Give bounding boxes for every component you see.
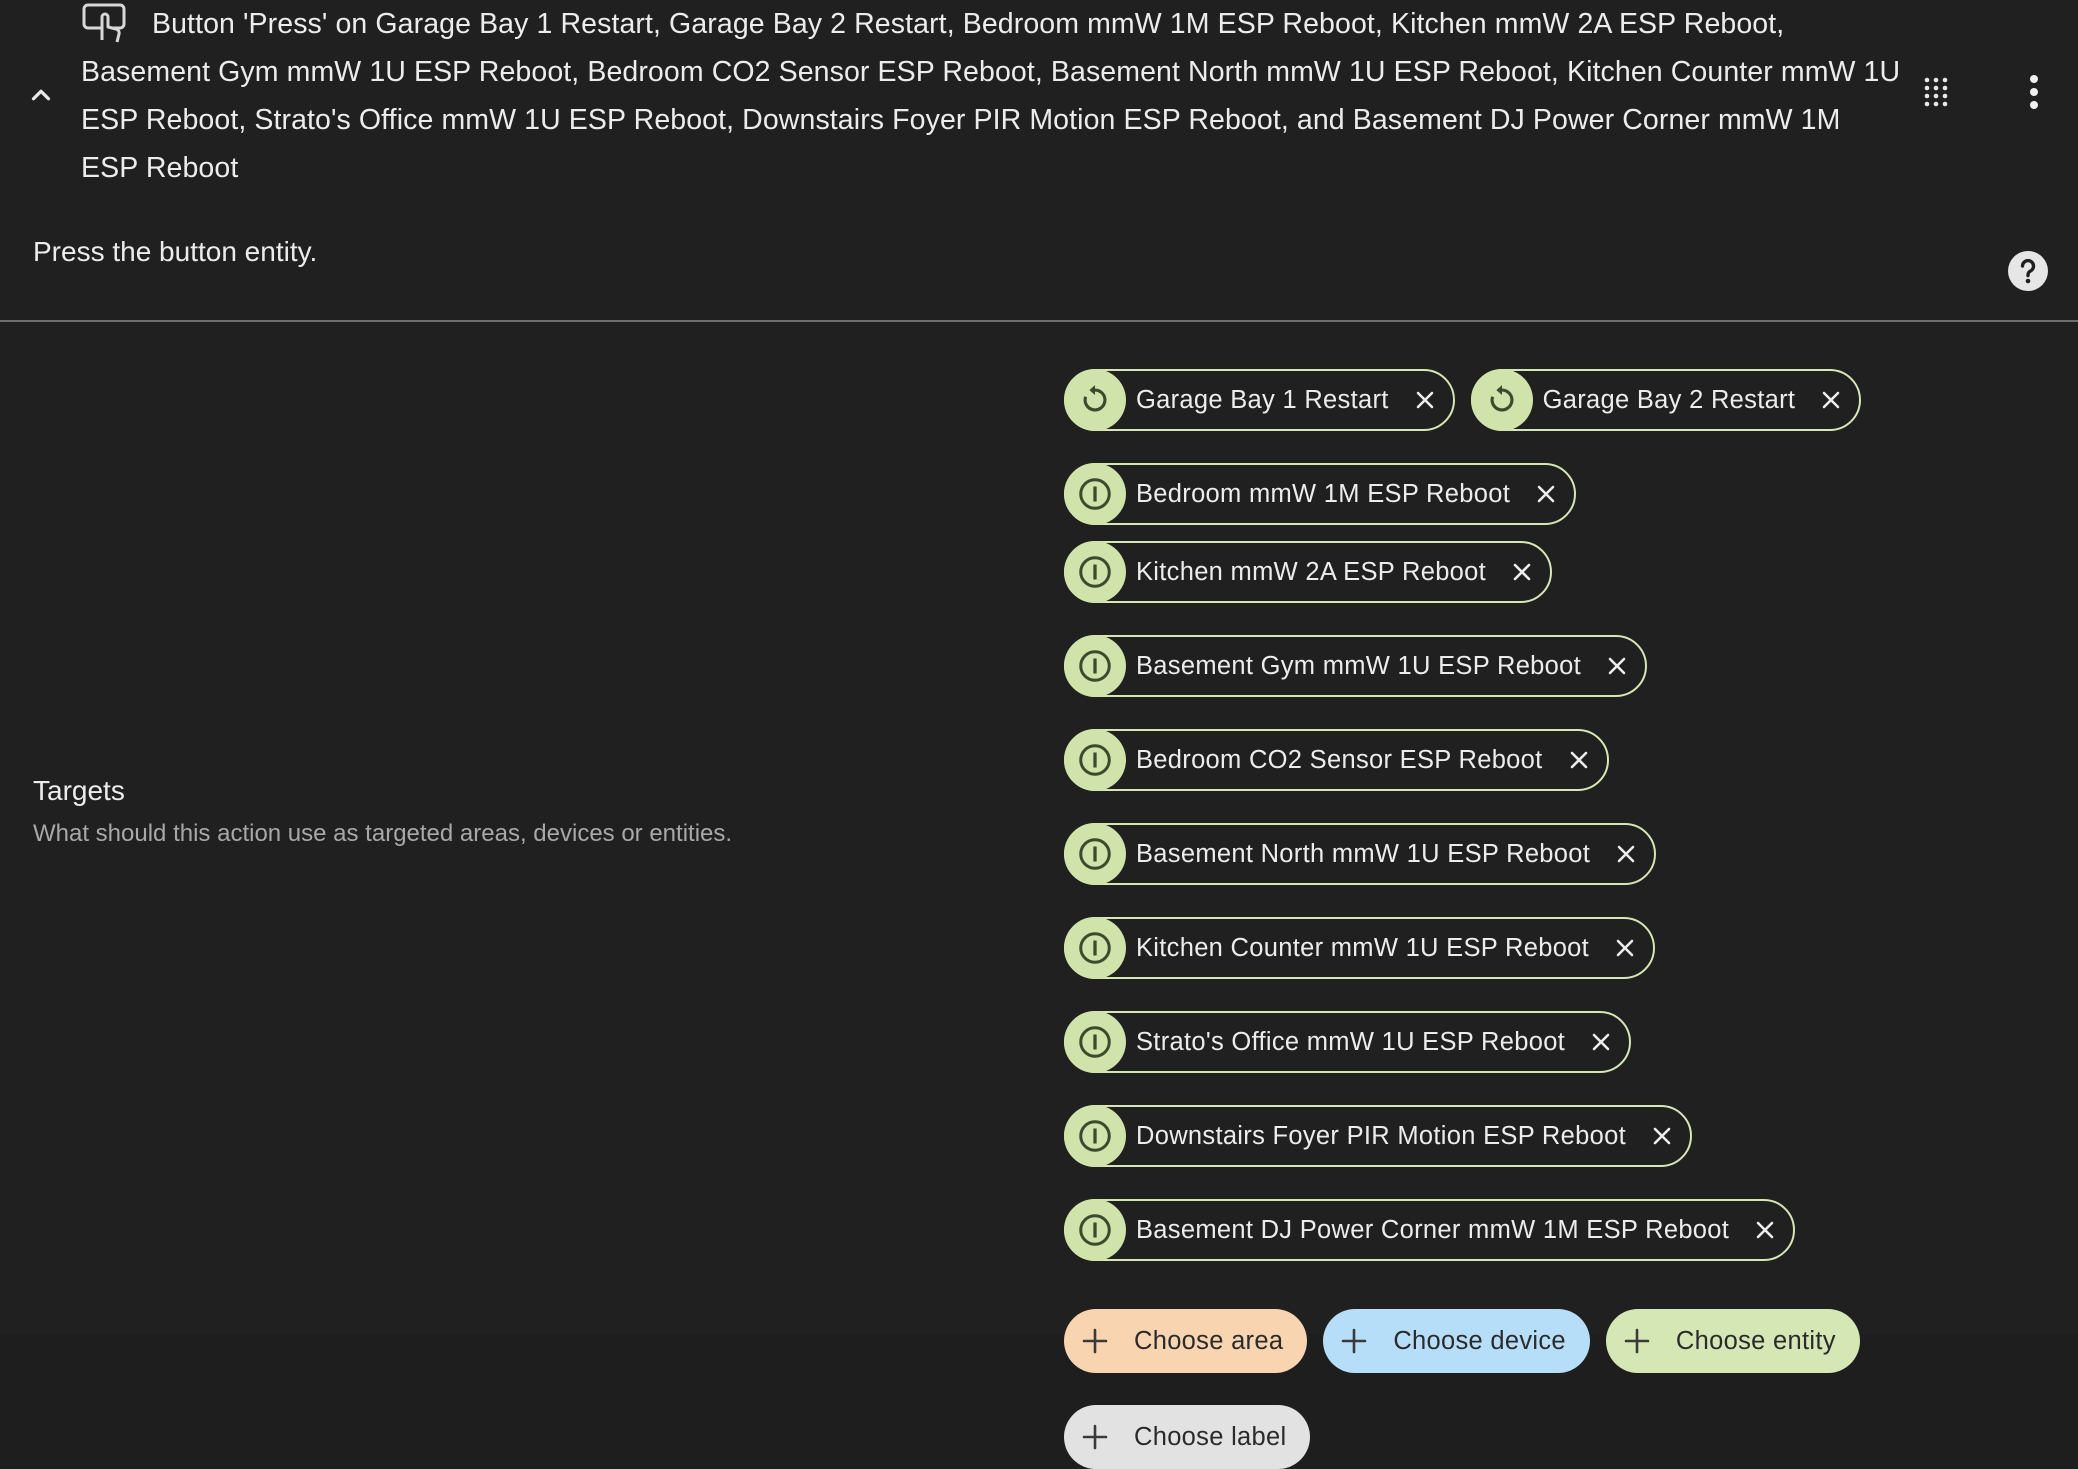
- action-description: Press the button entity.: [33, 236, 318, 267]
- chip-label: Basement North mmW 1U ESP Reboot: [1136, 839, 1591, 868]
- close-icon: [1756, 1221, 1774, 1239]
- choose-area-label: Choose area: [1134, 1326, 1284, 1355]
- target-chip[interactable]: Garage Bay 2 Restart: [1470, 369, 1862, 431]
- power-circle-icon: [1064, 917, 1126, 979]
- chip-label: Strato's Office mmW 1U ESP Reboot: [1136, 1027, 1566, 1056]
- choose-device-label: Choose device: [1393, 1326, 1566, 1355]
- chip-label: Basement DJ Power Corner mmW 1M ESP Rebo…: [1136, 1215, 1730, 1244]
- targets-description: What should this action use as targeted …: [33, 820, 733, 847]
- close-icon: [1537, 485, 1555, 503]
- dots-grid-icon: [1924, 77, 1948, 107]
- dots-vertical-icon: [2030, 75, 2038, 109]
- overflow-menu-button[interactable]: [2014, 72, 2054, 112]
- remove-chip-button[interactable]: [1411, 386, 1439, 414]
- target-chip[interactable]: Strato's Office mmW 1U ESP Reboot: [1064, 1011, 1632, 1073]
- remove-chip-button[interactable]: [1751, 1216, 1779, 1244]
- target-chip[interactable]: Bedroom mmW 1M ESP Reboot: [1064, 463, 1577, 525]
- power-circle-icon: [1064, 1199, 1126, 1261]
- power-circle-icon: [1064, 1011, 1126, 1073]
- restart-icon: [1064, 369, 1126, 431]
- action-title: Button 'Press' on Garage Bay 1 Restart, …: [81, 8, 1901, 184]
- target-chip[interactable]: Downstairs Foyer PIR Motion ESP Reboot: [1064, 1105, 1692, 1167]
- target-picker-buttons: Choose area Choose device Choose entity …: [1064, 1309, 2054, 1469]
- header-divider: [0, 320, 2078, 322]
- choose-area-button[interactable]: Choose area: [1064, 1309, 1308, 1373]
- chip-label: Kitchen mmW 2A ESP Reboot: [1136, 557, 1487, 586]
- power-circle-icon: [1064, 823, 1126, 885]
- plus-icon: [1339, 1326, 1369, 1356]
- remove-chip-button[interactable]: [1612, 840, 1640, 868]
- chip-label: Kitchen Counter mmW 1U ESP Reboot: [1136, 933, 1590, 962]
- chip-label: Garage Bay 2 Restart: [1542, 385, 1796, 414]
- remove-chip-button[interactable]: [1648, 1122, 1676, 1150]
- help-circle-icon: [2008, 251, 2048, 291]
- target-chip[interactable]: Kitchen Counter mmW 1U ESP Reboot: [1064, 917, 1656, 979]
- target-chip[interactable]: Basement North mmW 1U ESP Reboot: [1064, 823, 1657, 885]
- close-icon: [1570, 751, 1587, 769]
- target-chip[interactable]: Kitchen mmW 2A ESP Reboot: [1064, 541, 1553, 603]
- plus-icon: [1080, 1326, 1110, 1356]
- target-chip[interactable]: Basement Gym mmW 1U ESP Reboot: [1064, 635, 1648, 697]
- help-button[interactable]: [2007, 250, 2049, 292]
- plus-icon: [1080, 1422, 1110, 1452]
- close-icon: [1608, 657, 1626, 675]
- action-card: Button 'Press' on Garage Bay 1 Restart, …: [0, 0, 2078, 1469]
- remove-chip-button[interactable]: [1508, 558, 1536, 586]
- plus-icon: [1622, 1326, 1652, 1356]
- close-icon: [1513, 563, 1531, 581]
- close-icon: [1822, 391, 1840, 409]
- close-icon: [1653, 1127, 1671, 1145]
- targets-title: Targets: [33, 775, 125, 806]
- grid-button[interactable]: [1916, 72, 1956, 112]
- power-circle-icon: [1064, 541, 1126, 603]
- remove-chip-button[interactable]: [1611, 934, 1639, 962]
- remove-chip-button[interactable]: [1817, 386, 1845, 414]
- collapse-button[interactable]: [20, 74, 62, 116]
- close-icon: [1617, 845, 1635, 863]
- chip-label: Bedroom mmW 1M ESP Reboot: [1136, 479, 1511, 508]
- target-chips: Garage Bay 1 Restart Garage Bay 2 Restar…: [1064, 369, 2054, 1469]
- choose-device-button[interactable]: Choose device: [1323, 1309, 1590, 1373]
- action-header[interactable]: Button 'Press' on Garage Bay 1 Restart, …: [0, 0, 2078, 320]
- power-circle-icon: [1064, 729, 1126, 791]
- restart-icon: [1470, 369, 1533, 431]
- choose-entity-label: Choose entity: [1675, 1326, 1836, 1355]
- chevron-up-icon: [31, 89, 51, 101]
- remove-chip-button[interactable]: [1565, 746, 1593, 774]
- close-icon: [1616, 939, 1634, 957]
- chip-label: Basement Gym mmW 1U ESP Reboot: [1136, 651, 1582, 680]
- power-circle-icon: [1064, 635, 1126, 697]
- chip-label: Garage Bay 1 Restart: [1136, 385, 1389, 414]
- chip-label: Downstairs Foyer PIR Motion ESP Reboot: [1136, 1121, 1626, 1150]
- chip-label: Bedroom CO2 Sensor ESP Reboot: [1136, 745, 1543, 774]
- close-icon: [1592, 1033, 1610, 1051]
- remove-chip-button[interactable]: [1587, 1028, 1615, 1056]
- remove-chip-button[interactable]: [1603, 652, 1631, 680]
- remove-chip-button[interactable]: [1532, 480, 1560, 508]
- choose-label-label: Choose label: [1134, 1422, 1287, 1451]
- close-icon: [1416, 391, 1433, 409]
- choose-entity-button[interactable]: Choose entity: [1605, 1309, 1860, 1373]
- target-chip[interactable]: Basement DJ Power Corner mmW 1M ESP Rebo…: [1064, 1199, 1796, 1261]
- target-chip[interactable]: Bedroom CO2 Sensor ESP Reboot: [1064, 729, 1609, 791]
- power-circle-icon: [1064, 1105, 1126, 1167]
- target-chip[interactable]: Garage Bay 1 Restart: [1064, 369, 1455, 431]
- choose-label-button[interactable]: Choose label: [1064, 1405, 1311, 1469]
- power-circle-icon: [1064, 463, 1126, 525]
